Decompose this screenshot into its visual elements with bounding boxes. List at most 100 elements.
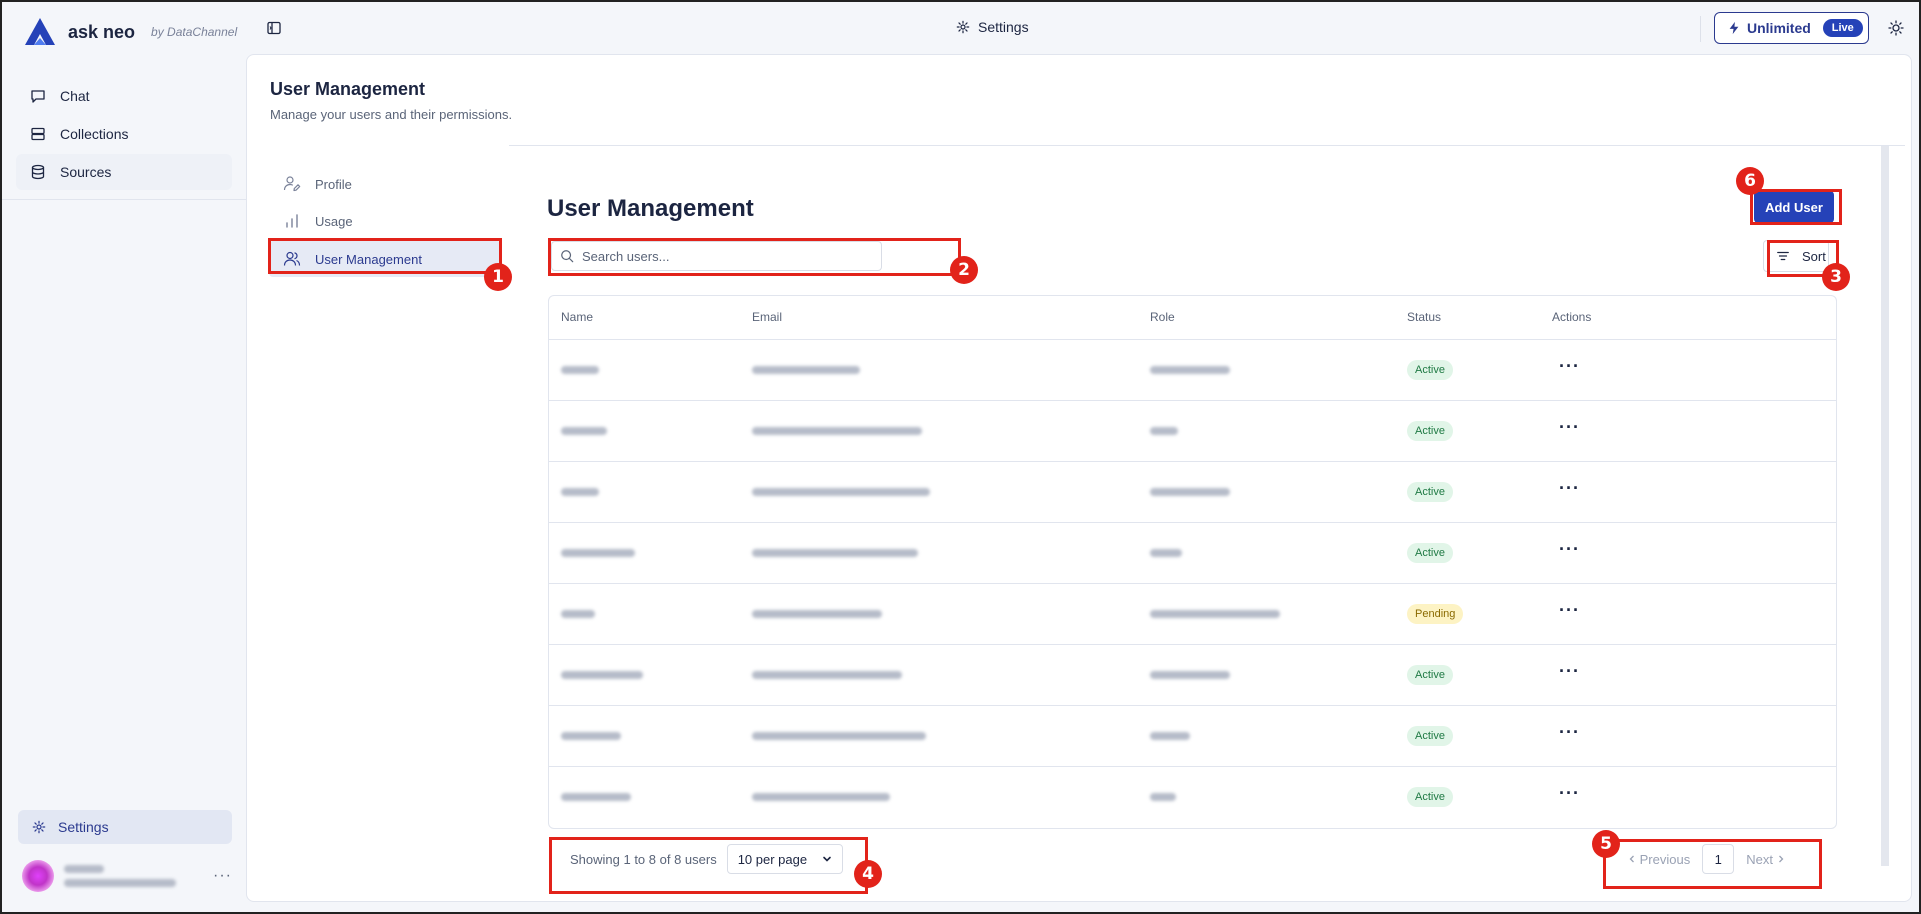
annotation-marker-6: 6 [1736,167,1764,195]
nav-item-settings[interactable]: Settings [18,810,232,844]
sun-icon[interactable] [1888,20,1904,36]
table-row[interactable]: Active ··· [549,462,1836,523]
nav-item-sources[interactable]: Sources [16,154,232,190]
chevron-right-icon [1778,855,1783,862]
redacted-email [752,427,922,435]
table-row[interactable]: Active ··· [549,645,1836,706]
row-actions-icon[interactable]: ··· [1559,539,1580,560]
table-header: Name Email Role Status Actions [549,296,1836,340]
user-identity-redacted [64,865,176,887]
redacted-name [561,671,643,679]
page-subtitle: Manage your users and their permissions. [270,107,513,122]
redacted-user-email [64,879,176,887]
redacted-name [561,427,607,435]
redacted-name [561,366,599,374]
nav-item-collections[interactable]: Collections [16,116,232,152]
nav-item-label: Collections [60,126,129,142]
scrollbar[interactable] [1881,146,1889,866]
row-actions-icon[interactable]: ··· [1559,356,1580,377]
settings-nav-label: Usage [315,213,353,229]
status-badge: Active [1407,360,1453,380]
search-icon [561,250,574,263]
redacted-role [1150,671,1230,679]
settings-nav-profile[interactable]: Profile [269,167,501,201]
row-actions-icon[interactable]: ··· [1559,417,1580,438]
current-user-card[interactable]: ··· [22,858,232,894]
search-box[interactable] [551,241,882,271]
settings-nav-user-management[interactable]: User Management [269,241,501,277]
row-actions-icon[interactable]: ··· [1559,722,1580,743]
row-actions-icon[interactable]: ··· [1559,600,1580,621]
nav-item-label: Sources [60,164,112,180]
main-nav: Chat Collections Sources [16,78,232,192]
top-bar: Settings Unlimited Live [246,2,1919,54]
redacted-email [752,549,918,557]
redacted-role [1150,488,1230,496]
gear-icon [956,20,970,34]
column-header-email[interactable]: Email [752,310,782,324]
content-divider [509,145,1905,146]
annotation-marker-1: 1 [484,263,512,291]
table-row[interactable]: Active ··· [549,401,1836,462]
chevron-left-icon [1629,855,1634,862]
sidebar-toggle-icon[interactable] [266,20,282,36]
row-actions-icon[interactable]: ··· [1559,783,1580,804]
settings-nav-usage[interactable]: Usage [269,204,501,238]
annotation-marker-4: 4 [854,860,882,888]
redacted-role [1150,610,1280,618]
redacted-name [561,549,635,557]
nav-item-chat[interactable]: Chat [16,78,232,114]
redacted-email [752,671,902,679]
redacted-role [1150,366,1230,374]
search-input[interactable] [582,248,872,264]
top-bar-title: Settings [956,19,1029,35]
add-user-button[interactable]: Add User [1754,191,1834,223]
sort-button[interactable]: Sort [1763,240,1829,272]
redacted-name [561,732,621,740]
per-page-value: 10 per page [737,851,808,867]
redacted-name [561,793,631,801]
brand-logo[interactable]: ask neo by DataChannel [22,16,237,48]
status-badge: Active [1407,543,1453,563]
redacted-email [752,488,930,496]
previous-page-button[interactable]: Previous [1628,852,1690,867]
more-options-icon[interactable]: ··· [213,867,232,885]
next-page-button[interactable]: Next [1746,852,1784,867]
app-sidebar: ask neo by DataChannel Chat Collections … [2,2,246,912]
annotation-marker-3: 3 [1822,263,1850,291]
ask-neo-logo-icon [25,18,55,45]
top-bar-title-text: Settings [978,19,1029,35]
page-number-button[interactable]: 1 [1702,844,1735,874]
bar-chart-icon [286,214,298,228]
per-page-select[interactable]: 10 per page [726,844,843,874]
nav-item-label: Chat [60,88,90,104]
chat-bubble-icon [31,90,45,103]
redacted-role [1150,732,1190,740]
table-row[interactable]: Active ··· [549,706,1836,767]
plan-button[interactable]: Unlimited Live [1714,12,1869,44]
layers-icon [31,127,45,141]
settings-nav-label: Profile [315,176,352,192]
column-header-status[interactable]: Status [1407,310,1441,324]
sort-label: Sort [1802,248,1826,264]
table-row[interactable]: Active ··· [549,340,1836,401]
settings-label: Settings [58,819,109,835]
pagination-summary: Showing 1 to 8 of 8 users 10 per page [570,844,843,874]
table-row[interactable]: Pending ··· [549,584,1836,645]
table-row[interactable]: Active ··· [549,523,1836,584]
lightning-icon [1729,21,1739,35]
sort-lines-icon [1777,251,1789,261]
column-header-name[interactable]: Name [561,310,593,324]
users-icon [283,251,301,266]
plan-label: Unlimited [1747,20,1811,36]
redacted-name [561,610,595,618]
table-row[interactable]: Active ··· [549,767,1836,828]
annotation-marker-5: 5 [1592,830,1620,858]
row-actions-icon[interactable]: ··· [1559,661,1580,682]
annotation-marker-2: 2 [950,256,978,284]
row-actions-icon[interactable]: ··· [1559,478,1580,499]
avatar [22,860,54,892]
settings-nav: Profile Usage User Management [269,167,501,280]
column-header-role[interactable]: Role [1150,310,1175,324]
settings-panel: User Management Manage your users and th… [246,54,1912,902]
